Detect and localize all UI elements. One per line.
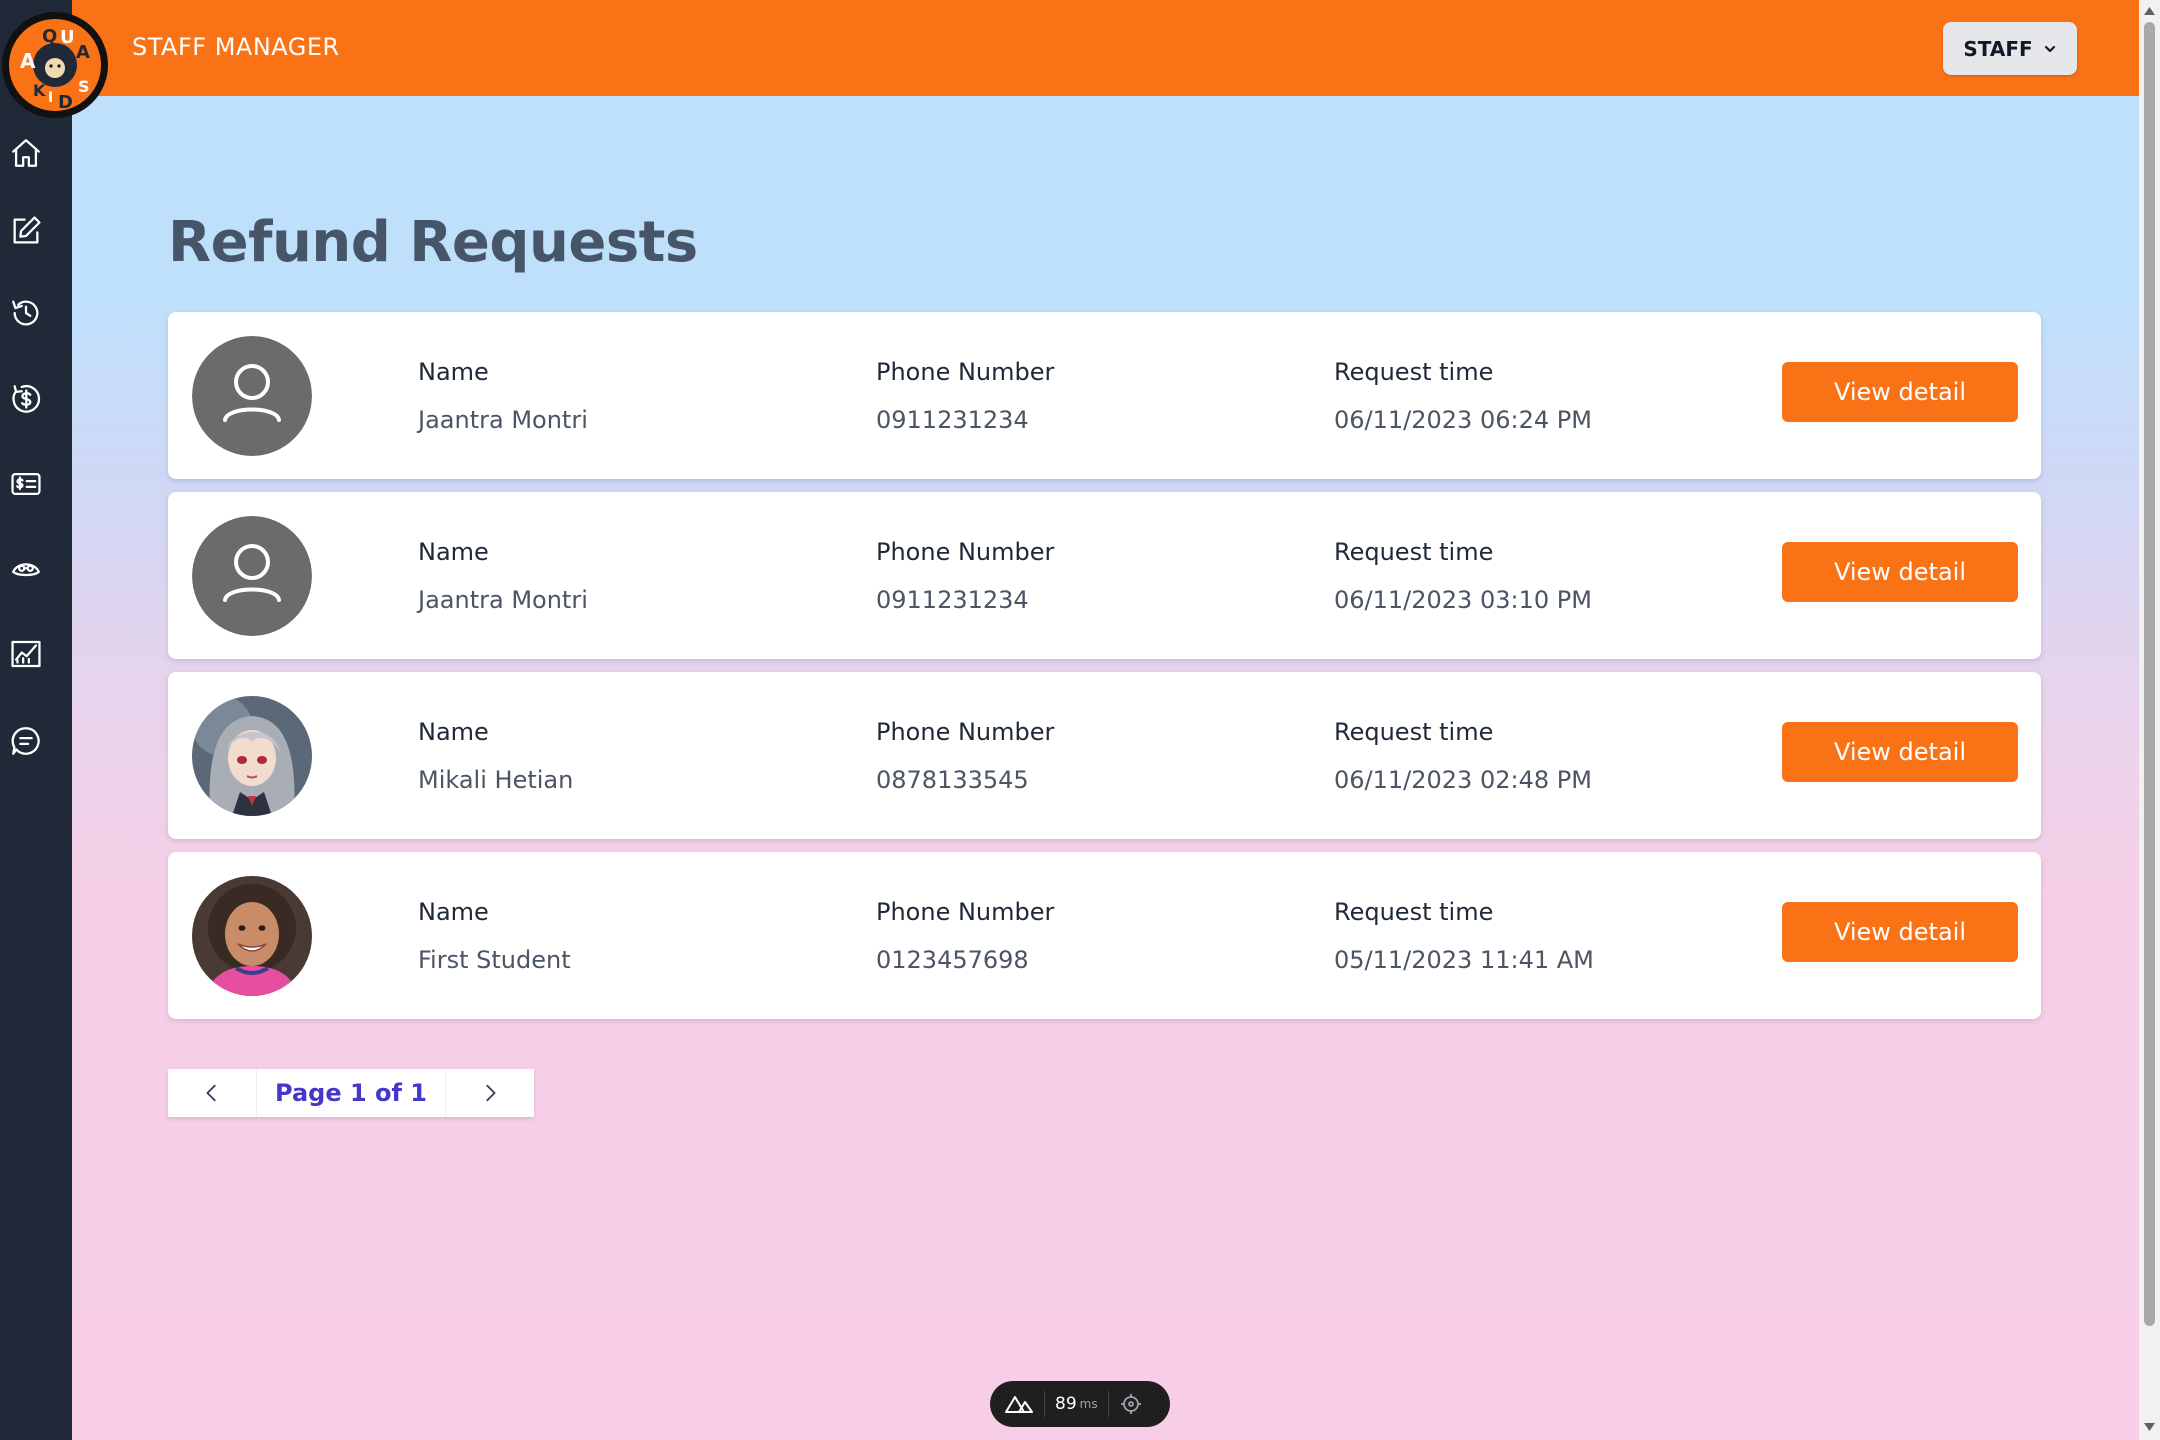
request-time-value: 06/11/2023 02:48 PM xyxy=(1334,766,1592,794)
name-value: Jaantra Montri xyxy=(418,586,588,614)
request-time-label: Request time xyxy=(1334,898,1494,926)
view-detail-button[interactable]: View detail xyxy=(1782,902,2018,962)
logo-letter: U xyxy=(60,27,75,48)
request-time-value: 06/11/2023 03:10 PM xyxy=(1334,586,1592,614)
view-detail-button[interactable]: View detail xyxy=(1782,722,2018,782)
top-header: STAFF MANAGER STAFF xyxy=(0,0,2139,96)
swimmer-icon[interactable] xyxy=(9,552,43,586)
scroll-down-arrow-icon[interactable] xyxy=(2143,1422,2156,1432)
chevron-right-icon xyxy=(486,1084,496,1102)
phone-label: Phone Number xyxy=(876,898,1055,926)
chevron-down-icon xyxy=(2044,45,2055,52)
render-time-unit: ms xyxy=(1079,1397,1098,1411)
chevron-left-icon xyxy=(206,1084,216,1102)
view-detail-button[interactable]: View detail xyxy=(1782,542,2018,602)
request-time-label: Request time xyxy=(1334,718,1494,746)
avatar xyxy=(192,516,312,636)
logo-letter: A xyxy=(76,42,90,63)
name-value: Mikali Hetian xyxy=(418,766,574,794)
dollar-icon[interactable] xyxy=(9,382,43,416)
page-title: Refund Requests xyxy=(168,210,698,275)
home-icon[interactable] xyxy=(9,136,43,170)
avatar xyxy=(192,696,312,816)
scrollbar-thumb[interactable] xyxy=(2144,22,2155,1326)
refund-request-card: Name Jaantra Montri Phone Number 0911231… xyxy=(168,492,2041,659)
previous-page-button[interactable] xyxy=(168,1069,256,1117)
name-label: Name xyxy=(418,718,489,746)
phone-value: 0911231234 xyxy=(876,586,1029,614)
aquakids-logo[interactable]: A Q U A K I D S xyxy=(0,10,110,120)
app-title: STAFF MANAGER xyxy=(132,33,340,61)
default-user-icon xyxy=(192,516,312,636)
chat-icon[interactable] xyxy=(9,724,43,758)
avatar xyxy=(192,876,312,996)
logo-letter: A xyxy=(20,49,36,73)
vertical-scrollbar[interactable] xyxy=(2139,0,2160,1440)
chart-icon[interactable] xyxy=(9,637,43,671)
staff-menu-label: STAFF xyxy=(1963,36,2033,61)
name-label: Name xyxy=(418,358,489,386)
scroll-up-arrow-icon[interactable] xyxy=(2143,6,2156,16)
badge-divider xyxy=(1044,1391,1045,1417)
nuxt-icon xyxy=(1005,1396,1033,1413)
phone-label: Phone Number xyxy=(876,718,1055,746)
name-label: Name xyxy=(418,538,489,566)
refund-request-card: Name Jaantra Montri Phone Number 0911231… xyxy=(168,312,2041,479)
request-time-value: 06/11/2023 06:24 PM xyxy=(1334,406,1592,434)
logo-letter: I xyxy=(48,90,53,106)
phone-value: 0911231234 xyxy=(876,406,1029,434)
request-time-label: Request time xyxy=(1334,358,1494,386)
default-user-icon xyxy=(192,336,312,456)
render-time-value: 89 xyxy=(1055,1394,1077,1414)
logo-letter: K xyxy=(33,81,46,100)
crosshair-icon[interactable] xyxy=(1119,1392,1143,1416)
history-icon[interactable] xyxy=(9,296,43,330)
child-portrait-image xyxy=(192,876,312,996)
name-value: First Student xyxy=(418,946,571,974)
name-value: Jaantra Montri xyxy=(418,406,588,434)
badge-divider xyxy=(1107,1391,1109,1417)
next-page-button[interactable] xyxy=(446,1069,534,1117)
page-indicator: Page 1 of 1 xyxy=(256,1069,446,1117)
edit-icon[interactable] xyxy=(9,214,43,248)
devtools-badge[interactable]: 89 ms xyxy=(990,1381,1170,1427)
logo-letter: S xyxy=(78,77,90,96)
phone-value: 0878133545 xyxy=(876,766,1029,794)
id-card-icon[interactable] xyxy=(9,467,43,501)
logo-letter: D xyxy=(58,92,73,113)
request-time-value: 05/11/2023 11:41 AM xyxy=(1334,946,1594,974)
phone-label: Phone Number xyxy=(876,358,1055,386)
staff-menu-button[interactable]: STAFF xyxy=(1943,22,2077,75)
phone-label: Phone Number xyxy=(876,538,1055,566)
pagination: Page 1 of 1 xyxy=(168,1069,534,1117)
refund-request-card: Name First Student Phone Number 01234576… xyxy=(168,852,2041,1019)
name-label: Name xyxy=(418,898,489,926)
request-time-label: Request time xyxy=(1334,538,1494,566)
logo-letter: Q xyxy=(42,26,57,47)
avatar xyxy=(192,336,312,456)
view-detail-button[interactable]: View detail xyxy=(1782,362,2018,422)
refund-request-card: Name Mikali Hetian Phone Number 08781335… xyxy=(168,672,2041,839)
phone-value: 0123457698 xyxy=(876,946,1029,974)
anime-portrait-image xyxy=(192,696,312,816)
